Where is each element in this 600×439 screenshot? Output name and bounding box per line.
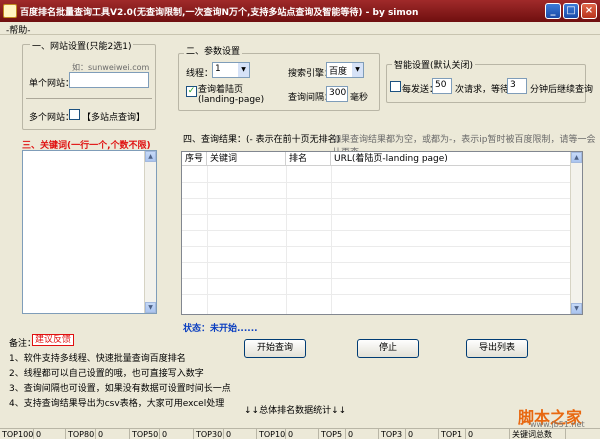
engine-select[interactable]: 百度 ▼ [326,62,364,78]
params-title: 二、参数设置 [184,44,243,57]
scroll-up-icon[interactable]: ▲ [145,151,156,162]
start-button[interactable]: 开始查询 [244,339,306,358]
scroll-up-icon[interactable]: ▲ [571,152,582,163]
stat-label: TOP30 [196,429,224,439]
results-table[interactable]: 序号 关键词 排名 URL(着陆页-landing page) ▲ ▼ [181,151,583,315]
app-icon [3,4,17,18]
stat-label: 关键词总数 [510,429,566,439]
chevron-down-icon[interactable]: ▼ [238,63,249,77]
stat-value: 0 [34,429,66,439]
col-header-rank[interactable]: 排名 [286,152,331,166]
stat-label: TOP10 [259,429,286,439]
scroll-down-icon[interactable]: ▼ [145,302,156,313]
scroll-down-icon[interactable]: ▼ [571,303,582,314]
stop-button[interactable]: 停止 [357,339,419,358]
stat-value: 0 [160,429,194,439]
stat-value: 0 [224,429,257,439]
stat-value: 0 [406,429,439,439]
export-button[interactable]: 导出列表 [466,339,528,358]
smart-checkbox[interactable] [390,81,401,92]
multi-site-label: 多个网站： [29,113,75,123]
note-item: 2、线程都可以自己设置的哦，也可直接写入数字 [9,369,204,379]
col-header-keyword[interactable]: 关键词 [207,152,286,166]
landing-label: 查询着陆页 (landing-page) [198,85,265,105]
minimize-button[interactable]: _ [545,3,561,19]
stat-value: 0 [286,429,319,439]
interval-unit: 毫秒 [350,93,369,103]
site-divider [26,98,152,99]
stat-label: TOP100 [2,429,34,439]
results-title: 四、查询结果：(- 表示在前十页无排名) [183,135,341,145]
maximize-button[interactable]: □ [563,3,579,19]
multi-site-checkbox[interactable] [69,109,80,120]
threads-select[interactable]: 1 ▼ [212,62,250,78]
results-scrollbar[interactable]: ▲ ▼ [570,152,582,314]
send-input[interactable]: 50 [432,78,452,94]
single-site-input[interactable] [69,72,149,88]
keywords-scrollbar[interactable]: ▲ ▼ [144,151,156,313]
interval-input[interactable]: 300 [326,86,348,102]
status-text: 状态：未开始...... [183,324,258,334]
landing-checkbox[interactable]: ✓ [186,86,197,97]
stat-value: 0 [466,429,510,439]
single-site-label: 单个网站： [29,79,75,89]
stat-value [566,429,600,439]
smart-title: 智能设置(默认关闭) [392,58,476,71]
wait-input[interactable]: 3 [507,78,527,94]
stat-label: TOP80 [68,429,96,439]
note-item: 4、支持查询结果导出为csv表格，大家可用excel处理 [9,399,225,409]
wait-unit: 分钟后继续查询 [530,85,594,95]
summary-label: ↓↓总体排名数据统计↓↓ [244,406,347,416]
site-settings-title: 一、网站设置(只能2选1) [30,39,134,52]
col-header-index[interactable]: 序号 [182,152,207,166]
stat-label: TOP5 [319,429,346,439]
window-title: 百度排名批量查询工具V2.0(无查询限制,一次查询N万个,支持多站点查询及智能等… [20,8,419,18]
menu-help[interactable]: -帮助- [6,23,31,36]
keywords-textarea[interactable]: ▲ ▼ [22,150,157,314]
stat-value: 0 [346,429,379,439]
feedback-link[interactable]: 建议反馈 [32,334,75,346]
menu-bar: -帮助- [0,22,600,36]
note-item: 1、软件支持多线程、快速批量查询百度排名 [9,354,186,364]
stat-label: TOP1 [439,429,466,439]
threads-label: 线程： [186,69,214,79]
stat-label: TOP3 [379,429,406,439]
stat-value: 0 [96,429,130,439]
stats-bar: TOP100 0 TOP80 0 TOP50 0 TOP30 0 TOP10 0… [0,428,600,439]
stat-label: TOP50 [132,429,160,439]
chevron-down-icon[interactable]: ▼ [352,63,363,77]
results-header: 序号 关键词 排名 URL(着陆页-landing page) [182,152,570,166]
close-button[interactable]: × [581,3,597,19]
title-bar[interactable]: 百度排名批量查询工具V2.0(无查询限制,一次查询N万个,支持多站点查询及智能等… [0,0,600,22]
note-item: 3、查询间隔也可设置，如果没有数据可设置时间长一点 [9,384,231,394]
multi-site-checkbox-label: 【多站点查询】 [82,113,146,123]
col-header-url[interactable]: URL(着陆页-landing page) [331,152,570,166]
